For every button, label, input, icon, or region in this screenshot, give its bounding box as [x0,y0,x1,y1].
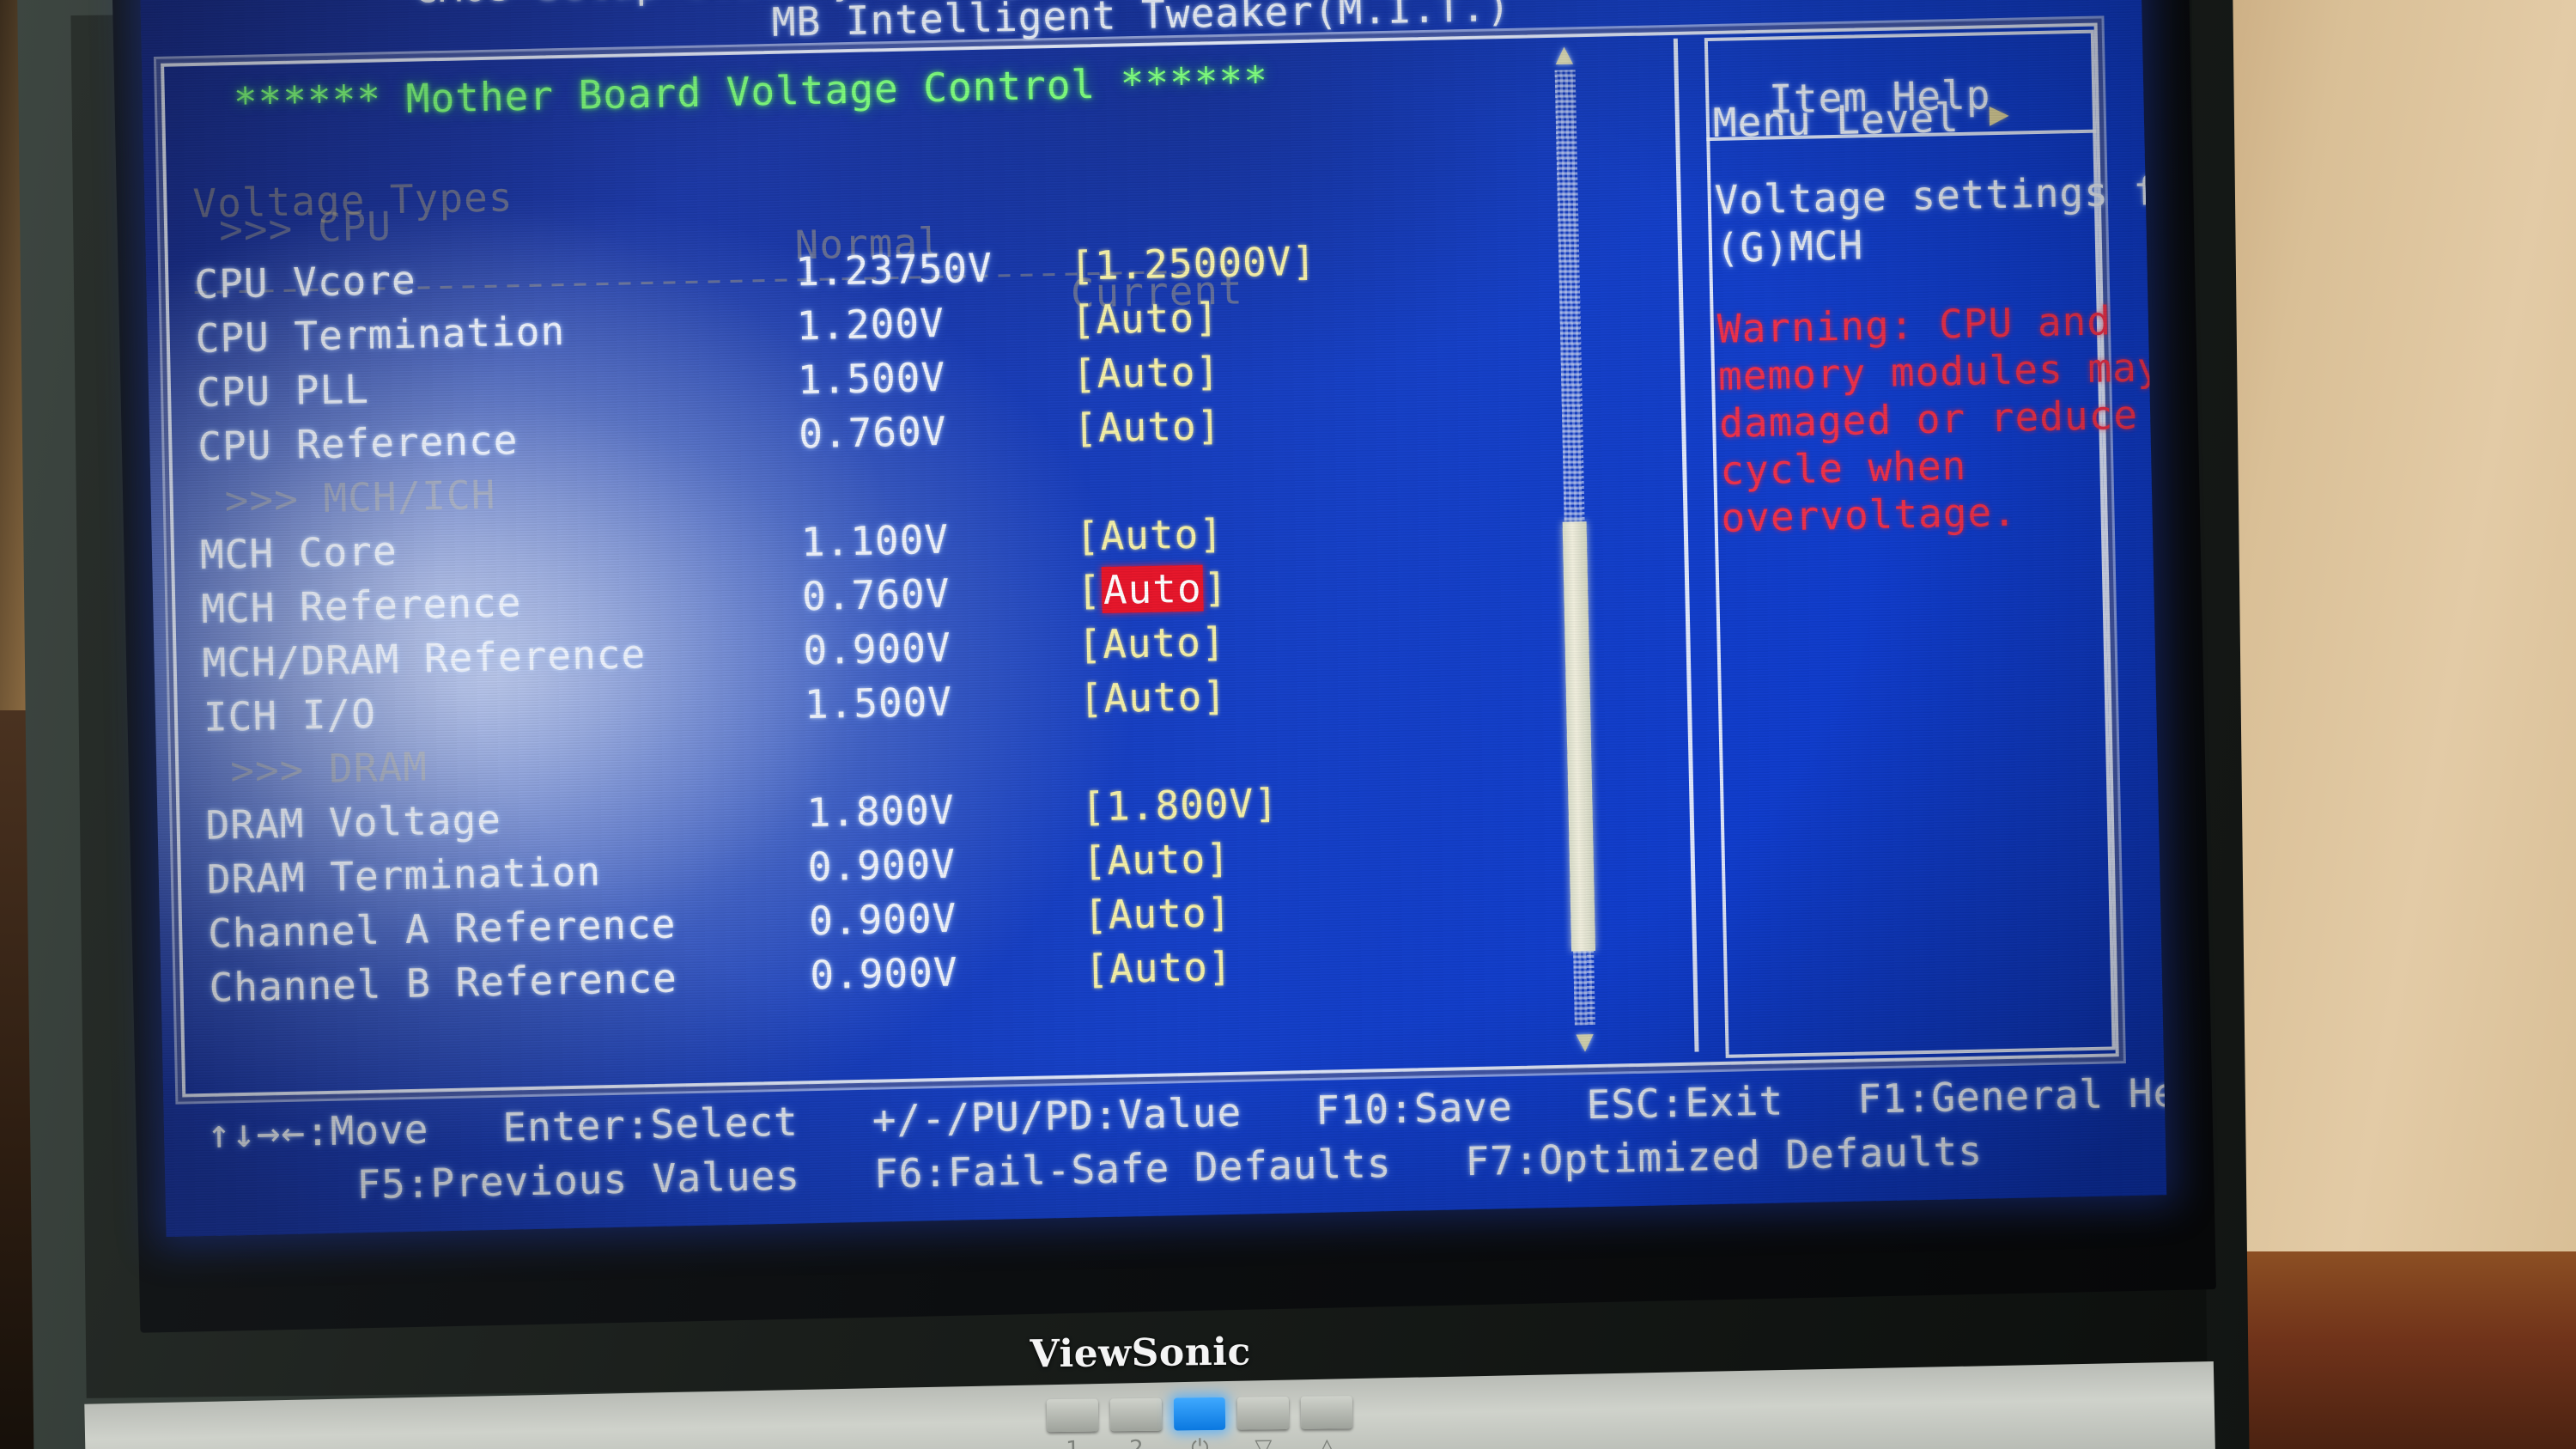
bios-setup-utility: CMOS Setup Utility - Copyright (C) 1984-… [140,0,2166,1237]
voltage-row-normal: 1.200V [796,299,945,350]
voltage-row[interactable]: CPU Reference 0.760V [Auto] [197,402,1222,474]
item-help-warning-line: overvoltage. [1720,488,2018,541]
voltage-row[interactable]: MCH Reference 0.760V [Auto] [201,564,1229,636]
selected-value-highlight[interactable]: Auto [1101,564,1205,613]
voltage-row-normal: 0.760V [801,569,951,620]
scroll-up-arrow-icon[interactable]: ▲ [1550,36,1580,70]
down-button-label: ▽ [1255,1434,1273,1449]
voltage-row[interactable]: ICH I/O 1.500V [Auto] [203,673,1227,745]
voltage-group-label: >>> DRAM [229,743,428,795]
power-button[interactable]: ⏻ [1173,1397,1226,1449]
voltage-row-label: MCH Reference [200,579,522,632]
voltage-row-current[interactable]: [1.800V] [1081,776,1279,835]
input-2-button-label: 2 [1110,1436,1162,1449]
voltage-row-current[interactable]: [Auto] [1083,886,1231,943]
voltage-row-label: CPU PLL [196,365,370,417]
voltage-row[interactable]: DRAM Voltage 1.800V [1.800V] [205,780,1279,853]
voltage-row-label: MCH Core [199,527,398,578]
scroll-down-arrow-icon[interactable]: ▼ [1571,1024,1601,1058]
voltage-group-label: >>> MCH/ICH [224,471,496,524]
up-button[interactable]: △ [1300,1396,1353,1449]
voltage-row-normal: 0.900V [808,894,957,945]
voltage-row-current[interactable]: [Auto] [1073,399,1222,456]
voltage-row[interactable]: CPU Vcore 1.23750V [1.25000V] [194,238,1317,312]
voltage-row[interactable]: Channel A Reference 0.900V [Auto] [208,889,1232,961]
voltage-row-normal: 1.500V [804,678,953,728]
voltage-row-current[interactable]: [Auto] [1075,507,1224,564]
input-1-button-label: 1 [1047,1437,1098,1449]
voltage-row-normal: 1.100V [800,515,950,566]
voltage-row-label: Channel B Reference [209,954,678,1011]
photo-scene: CMOS Setup Utility - Copyright (C) 1984-… [0,0,2576,1449]
voltage-row-normal: 0.900V [809,948,959,999]
voltage-row-label: CPU Termination [195,307,566,362]
voltage-row-label: MCH/DRAM Reference [202,630,647,686]
voltage-row-current[interactable]: [Auto] [1072,344,1220,402]
voltage-row-current[interactable]: [Auto] [1076,561,1229,618]
monitor-button-row: 12 ⏻ ▽ △ [1046,1396,1391,1449]
input-2-button[interactable]: 2 [1109,1397,1163,1449]
monitor-chassis: CMOS Setup Utility - Copyright (C) 1984-… [16,0,2251,1449]
item-help-description-line: (G)MCH [1715,222,1864,271]
voltage-row-label: CPU Vcore [193,256,417,308]
voltage-row-current[interactable]: [Auto] [1084,940,1233,997]
voltage-group-label: >>> CPU [218,203,392,253]
voltage-row[interactable]: DRAM Termination 0.900V [Auto] [206,835,1230,907]
voltage-row[interactable]: CPU PLL 1.500V [Auto] [196,348,1221,420]
power-button-label: ⏻ [1190,1435,1209,1449]
voltage-row-normal: 0.900V [802,624,952,674]
voltage-row-normal: 1.23750V [794,244,993,295]
voltage-row[interactable]: Channel B Reference 0.900V [Auto] [209,943,1233,1015]
up-button-label: △ [1318,1434,1336,1449]
voltage-row-normal: 1.800V [805,786,956,837]
voltage-row-current[interactable]: [1.25000V] [1070,234,1317,294]
voltage-row-normal: 1.500V [797,353,946,404]
voltage-row-normal: 0.900V [807,840,957,891]
voltage-row-label: CPU Reference [197,417,519,470]
down-button[interactable]: ▽ [1236,1396,1290,1449]
voltage-row[interactable]: MCH Core 1.100V [Auto] [199,510,1224,582]
voltage-row-current[interactable]: [Auto] [1082,831,1230,889]
input-1-button[interactable]: 1 [1046,1398,1099,1449]
voltage-row-current[interactable]: [Auto] [1071,290,1219,348]
voltage-row-label: Channel A Reference [207,900,677,957]
menu-level-arrow-icon: ▶ [1989,94,2011,133]
voltage-row-current[interactable]: [Auto] [1078,615,1226,673]
voltage-row-current[interactable]: [Auto] [1078,669,1227,727]
voltage-row-label: DRAM Termination [206,848,602,903]
voltage-row[interactable]: MCH/DRAM Reference 0.900V [Auto] [202,618,1226,691]
lcd-screen: CMOS Setup Utility - Copyright (C) 1984-… [139,0,2167,1237]
voltage-row-label: DRAM Voltage [205,795,502,849]
voltage-row[interactable]: CPU Termination 1.200V [Auto] [195,294,1219,366]
menu-level-label: Menu Level [1712,94,1960,146]
voltage-row-normal: 0.760V [798,407,947,458]
voltage-row-label: ICH I/O [203,690,377,740]
